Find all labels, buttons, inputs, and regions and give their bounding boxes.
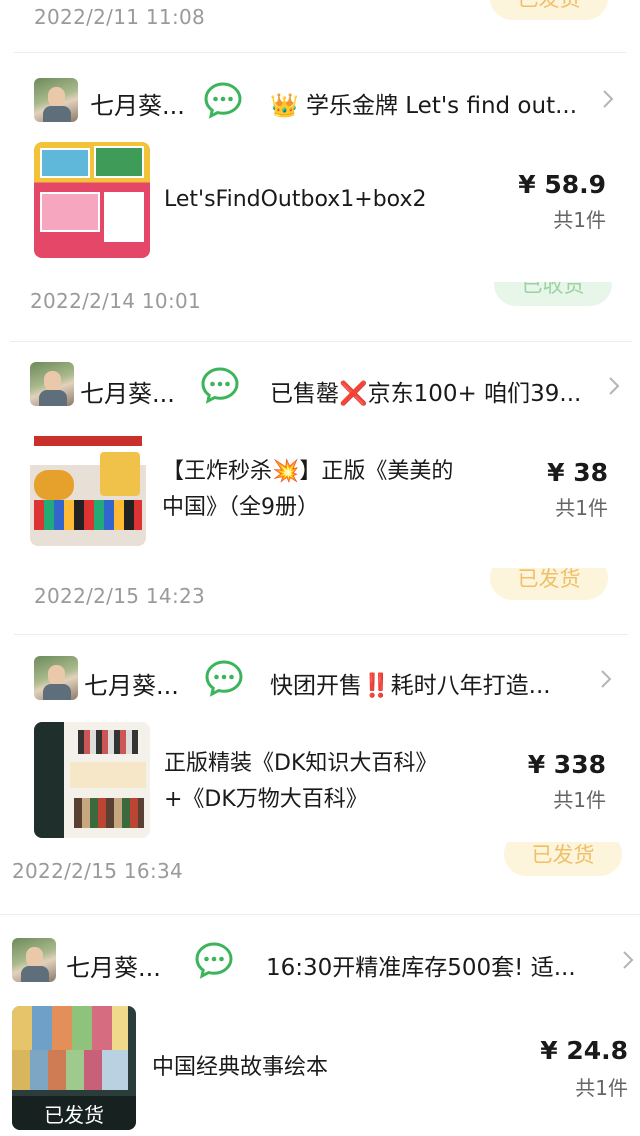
- product-title[interactable]: 【王炸秒杀💥】正版《美美的中国》（全9册）: [162, 454, 462, 526]
- avatar[interactable]: [12, 938, 56, 982]
- group-title[interactable]: 快团开售‼️耗时八年打造...: [270, 666, 590, 700]
- order-date: 2022/2/15 16:34: [12, 859, 184, 883]
- chevron-right-icon[interactable]: [606, 376, 622, 396]
- order-card[interactable]: 2022/2/11 11:08 2022/2/14 10:01 已收货 七月葵.…: [10, 282, 632, 568]
- username[interactable]: 七月葵...: [90, 86, 185, 121]
- product-title[interactable]: 正版精装《DK知识大百科》+《DK万物大百科》: [164, 746, 434, 818]
- product-image[interactable]: [34, 142, 150, 258]
- product-image[interactable]: [34, 722, 150, 838]
- divider: [14, 634, 628, 635]
- avatar[interactable]: [34, 656, 78, 700]
- chevron-right-icon[interactable]: [600, 89, 616, 109]
- status-badge: 已收货: [494, 282, 612, 306]
- product-title[interactable]: 中国经典故事绘本: [152, 1050, 452, 1086]
- price: ¥ 24.8: [540, 1036, 628, 1065]
- group-title[interactable]: 👑 学乐金牌 Let's find out...: [270, 86, 595, 120]
- price: ¥ 38: [547, 458, 608, 487]
- order-date: 2022/2/11 11:08: [34, 5, 206, 29]
- chat-bubble-icon[interactable]: [200, 365, 240, 405]
- thumbnail-status-overlay: 已发货: [12, 1096, 136, 1130]
- group-title[interactable]: 已售罄❌京东100+ 咱们39...: [270, 374, 602, 408]
- product-image[interactable]: 已发货: [12, 1006, 136, 1130]
- group-title[interactable]: 16:30开精准库存500套! 适...: [266, 948, 612, 982]
- quantity: 共1件: [555, 496, 608, 520]
- price: ¥ 338: [527, 750, 606, 779]
- price: ¥ 58.9: [518, 170, 606, 199]
- chat-bubble-icon[interactable]: [194, 940, 234, 980]
- chevron-right-icon[interactable]: [620, 950, 636, 970]
- product-image[interactable]: [30, 430, 146, 546]
- order-date: 2022/2/15 14:23: [34, 584, 206, 608]
- order-date: 2022/2/14 10:01: [30, 289, 202, 313]
- avatar[interactable]: [34, 78, 78, 122]
- product-title[interactable]: Let'sFindOutbox1+box2: [164, 182, 494, 218]
- order-list-page: 2022/2/11 11:08 已发货 七月葵... 👑 学乐金牌 Let's …: [0, 0, 640, 1136]
- order-card[interactable]: 2022/2/15 16:34 已发货 七月葵... 16:30开精准库存500…: [0, 842, 640, 1136]
- chat-bubble-icon[interactable]: [204, 658, 244, 698]
- divider: [14, 52, 626, 53]
- status-badge: 已发货: [504, 842, 622, 876]
- quantity: 共1件: [553, 788, 606, 812]
- order-card[interactable]: 2022/2/15 14:23 已发货 七月葵... 快团开售‼️耗时八年打造.…: [14, 568, 628, 850]
- chat-bubble-icon[interactable]: [203, 80, 243, 120]
- username[interactable]: 七月葵...: [84, 666, 179, 701]
- avatar[interactable]: [30, 362, 74, 406]
- divider: [0, 914, 640, 915]
- status-badge: 已发货: [490, 0, 608, 20]
- status-badge: 已发货: [490, 568, 608, 600]
- quantity: 共1件: [553, 208, 606, 232]
- username[interactable]: 七月葵...: [80, 374, 175, 409]
- divider: [10, 341, 632, 342]
- quantity: 共1件: [575, 1076, 628, 1100]
- chevron-right-icon[interactable]: [598, 669, 614, 689]
- username[interactable]: 七月葵...: [66, 948, 161, 983]
- order-card[interactable]: 2022/2/11 11:08 已发货 七月葵... 👑 学乐金牌 Let's …: [0, 0, 640, 290]
